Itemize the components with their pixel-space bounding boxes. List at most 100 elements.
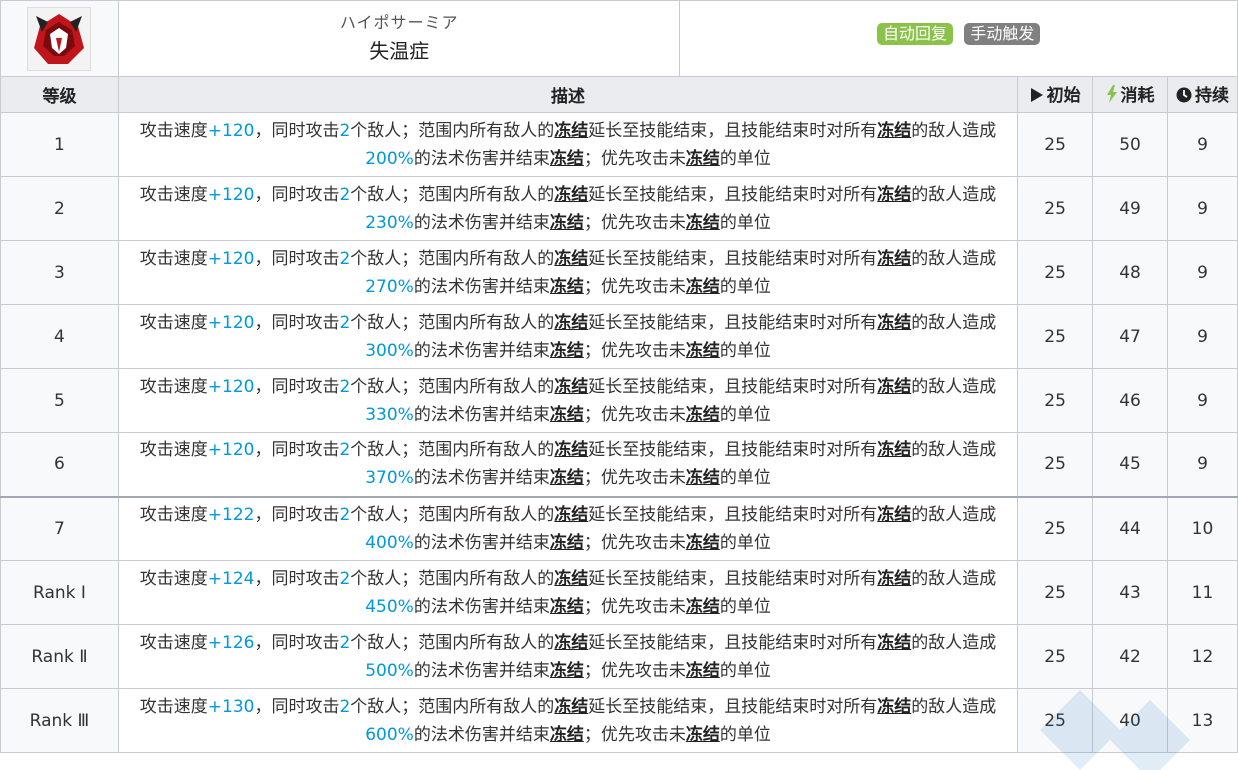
init-sp-cell: 25 bbox=[1017, 624, 1094, 689]
skill-icon bbox=[27, 6, 92, 71]
skill-name-cn: 失温症 bbox=[369, 38, 430, 63]
duration-cell: 10 bbox=[1167, 495, 1238, 561]
freeze-term: 冻结 bbox=[554, 312, 589, 333]
description-cell: 攻击速度+120，同时攻击2个敌人；范围内所有敌人的冻结延长至技能结束，且技能结… bbox=[117, 432, 1019, 497]
play-icon bbox=[1030, 87, 1044, 108]
freeze-term: 冻结 bbox=[554, 248, 589, 269]
skill-name-cell: ハイポサーミア 失温症 bbox=[117, 0, 681, 77]
sp-cost-cell: 44 bbox=[1092, 495, 1168, 561]
col-header-init: 初始 bbox=[1017, 76, 1094, 113]
level-cell: 5 bbox=[0, 368, 119, 433]
init-sp-cell: 25 bbox=[1017, 304, 1094, 369]
init-sp-cell: 25 bbox=[1017, 240, 1094, 305]
freeze-term: 冻结 bbox=[685, 532, 720, 553]
target-count-value: 2 bbox=[339, 632, 351, 653]
init-sp-cell: 25 bbox=[1017, 176, 1094, 241]
level-cell: 4 bbox=[0, 304, 119, 369]
target-count-value: 2 bbox=[339, 184, 351, 205]
skill-level-row: Rank Ⅱ 攻击速度+126，同时攻击2个敌人；范围内所有敌人的冻结延长至技能结… bbox=[0, 624, 1238, 689]
freeze-term: 冻结 bbox=[554, 120, 589, 141]
level-cell: 3 bbox=[0, 240, 119, 305]
duration-cell: 9 bbox=[1167, 112, 1238, 177]
freeze-term: 冻结 bbox=[685, 404, 720, 425]
freeze-term: 冻结 bbox=[554, 696, 589, 717]
duration-cell: 9 bbox=[1167, 432, 1238, 497]
skill-level-row: Rank Ⅰ 攻击速度+124，同时攻击2个敌人；范围内所有敌人的冻结延长至技能结… bbox=[0, 560, 1238, 625]
init-sp-cell: 25 bbox=[1017, 112, 1094, 177]
attack-speed-value: +126 bbox=[207, 632, 255, 653]
description-cell: 攻击速度+120，同时攻击2个敌人；范围内所有敌人的冻结延长至技能结束，且技能结… bbox=[117, 240, 1019, 305]
skill-icon-cell bbox=[0, 0, 119, 77]
damage-value: 300% bbox=[365, 340, 414, 361]
skill-header-row: ハイポサーミア 失温症 自动回复 手动触发 bbox=[0, 0, 1238, 77]
sp-cost-cell: 42 bbox=[1092, 624, 1168, 689]
freeze-term: 冻结 bbox=[877, 632, 912, 653]
freeze-term: 冻结 bbox=[877, 248, 912, 269]
attack-speed-value: +130 bbox=[207, 696, 255, 717]
freeze-term: 冻结 bbox=[877, 376, 912, 397]
col-header-duration: 持续 bbox=[1167, 76, 1238, 113]
sp-cost-cell: 45 bbox=[1092, 432, 1168, 497]
freeze-term: 冻结 bbox=[554, 504, 589, 525]
freeze-term: 冻结 bbox=[685, 468, 720, 489]
duration-cell: 9 bbox=[1167, 304, 1238, 369]
attack-speed-value: +120 bbox=[207, 440, 255, 461]
trigger-type-badge: 手动触发 bbox=[964, 23, 1041, 45]
attack-speed-value: +120 bbox=[207, 376, 255, 397]
freeze-term: 冻结 bbox=[554, 440, 589, 461]
damage-value: 500% bbox=[365, 660, 414, 681]
level-cell: Rank Ⅰ bbox=[0, 560, 119, 625]
freeze-term: 冻结 bbox=[549, 276, 584, 297]
attack-speed-value: +122 bbox=[207, 504, 255, 525]
attack-speed-value: +120 bbox=[207, 248, 255, 269]
target-count-value: 2 bbox=[339, 568, 351, 589]
col-header-desc: 描述 bbox=[117, 76, 1019, 113]
description-cell: 攻击速度+120，同时攻击2个敌人；范围内所有敌人的冻结延长至技能结束，且技能结… bbox=[117, 368, 1019, 433]
skill-name-jp: ハイポサーミア bbox=[339, 12, 459, 32]
init-sp-cell: 25 bbox=[1017, 368, 1094, 433]
lightning-icon bbox=[1106, 85, 1118, 108]
description-cell: 攻击速度+120，同时攻击2个敌人；范围内所有敌人的冻结延长至技能结束，且技能结… bbox=[117, 112, 1019, 177]
attack-speed-value: +120 bbox=[207, 184, 255, 205]
skill-levels-body: 1 攻击速度+120，同时攻击2个敌人；范围内所有敌人的冻结延长至技能结束，且技能… bbox=[0, 112, 1238, 753]
freeze-term: 冻结 bbox=[685, 596, 720, 617]
description-cell: 攻击速度+130，同时攻击2个敌人；范围内所有敌人的冻结延长至技能结束，且技能结… bbox=[117, 688, 1019, 753]
skill-level-row: 4 攻击速度+120，同时攻击2个敌人；范围内所有敌人的冻结延长至技能结束，且技能… bbox=[0, 304, 1238, 369]
freeze-term: 冻结 bbox=[685, 276, 720, 297]
description-cell: 攻击速度+124，同时攻击2个敌人；范围内所有敌人的冻结延长至技能结束，且技能结… bbox=[117, 560, 1019, 625]
damage-value: 450% bbox=[365, 596, 414, 617]
freeze-term: 冻结 bbox=[877, 504, 912, 525]
skill-level-row: Rank Ⅲ 攻击速度+130，同时攻击2个敌人；范围内所有敌人的冻结延长至技能结… bbox=[0, 688, 1238, 753]
freeze-term: 冻结 bbox=[554, 184, 589, 205]
damage-value: 330% bbox=[365, 404, 414, 425]
description-cell: 攻击速度+120，同时攻击2个敌人；范围内所有敌人的冻结延长至技能结束，且技能结… bbox=[117, 304, 1019, 369]
init-sp-cell: 25 bbox=[1017, 560, 1094, 625]
attack-speed-value: +120 bbox=[207, 120, 255, 141]
init-sp-cell: 25 bbox=[1017, 688, 1094, 753]
sp-cost-cell: 47 bbox=[1092, 304, 1168, 369]
sp-cost-cell: 48 bbox=[1092, 240, 1168, 305]
duration-cell: 12 bbox=[1167, 624, 1238, 689]
freeze-term: 冻结 bbox=[554, 632, 589, 653]
freeze-term: 冻结 bbox=[685, 660, 720, 681]
sp-type-badge: 自动回复 bbox=[877, 23, 954, 45]
duration-cell: 9 bbox=[1167, 368, 1238, 433]
target-count-value: 2 bbox=[339, 440, 351, 461]
damage-value: 270% bbox=[365, 276, 414, 297]
skill-table: ハイポサーミア 失温症 自动回复 手动触发 等级 描述 初始 消耗 持续 1 攻击… bbox=[0, 0, 1238, 753]
init-sp-cell: 25 bbox=[1017, 495, 1094, 561]
freeze-term: 冻结 bbox=[877, 696, 912, 717]
skill-level-row: 7 攻击速度+122，同时攻击2个敌人；范围内所有敌人的冻结延长至技能结束，且技能… bbox=[0, 495, 1238, 561]
description-cell: 攻击速度+120，同时攻击2个敌人；范围内所有敌人的冻结延长至技能结束，且技能结… bbox=[117, 176, 1019, 241]
freeze-term: 冻结 bbox=[549, 468, 584, 489]
sp-cost-cell: 49 bbox=[1092, 176, 1168, 241]
col-header-level: 等级 bbox=[0, 76, 119, 113]
freeze-term: 冻结 bbox=[549, 212, 584, 233]
damage-value: 400% bbox=[365, 532, 414, 553]
target-count-value: 2 bbox=[339, 120, 351, 141]
target-count-value: 2 bbox=[339, 248, 351, 269]
level-cell: 2 bbox=[0, 176, 119, 241]
sp-cost-cell: 43 bbox=[1092, 560, 1168, 625]
description-cell: 攻击速度+122，同时攻击2个敌人；范围内所有敌人的冻结延长至技能结束，且技能结… bbox=[117, 495, 1019, 561]
freeze-term: 冻结 bbox=[685, 212, 720, 233]
